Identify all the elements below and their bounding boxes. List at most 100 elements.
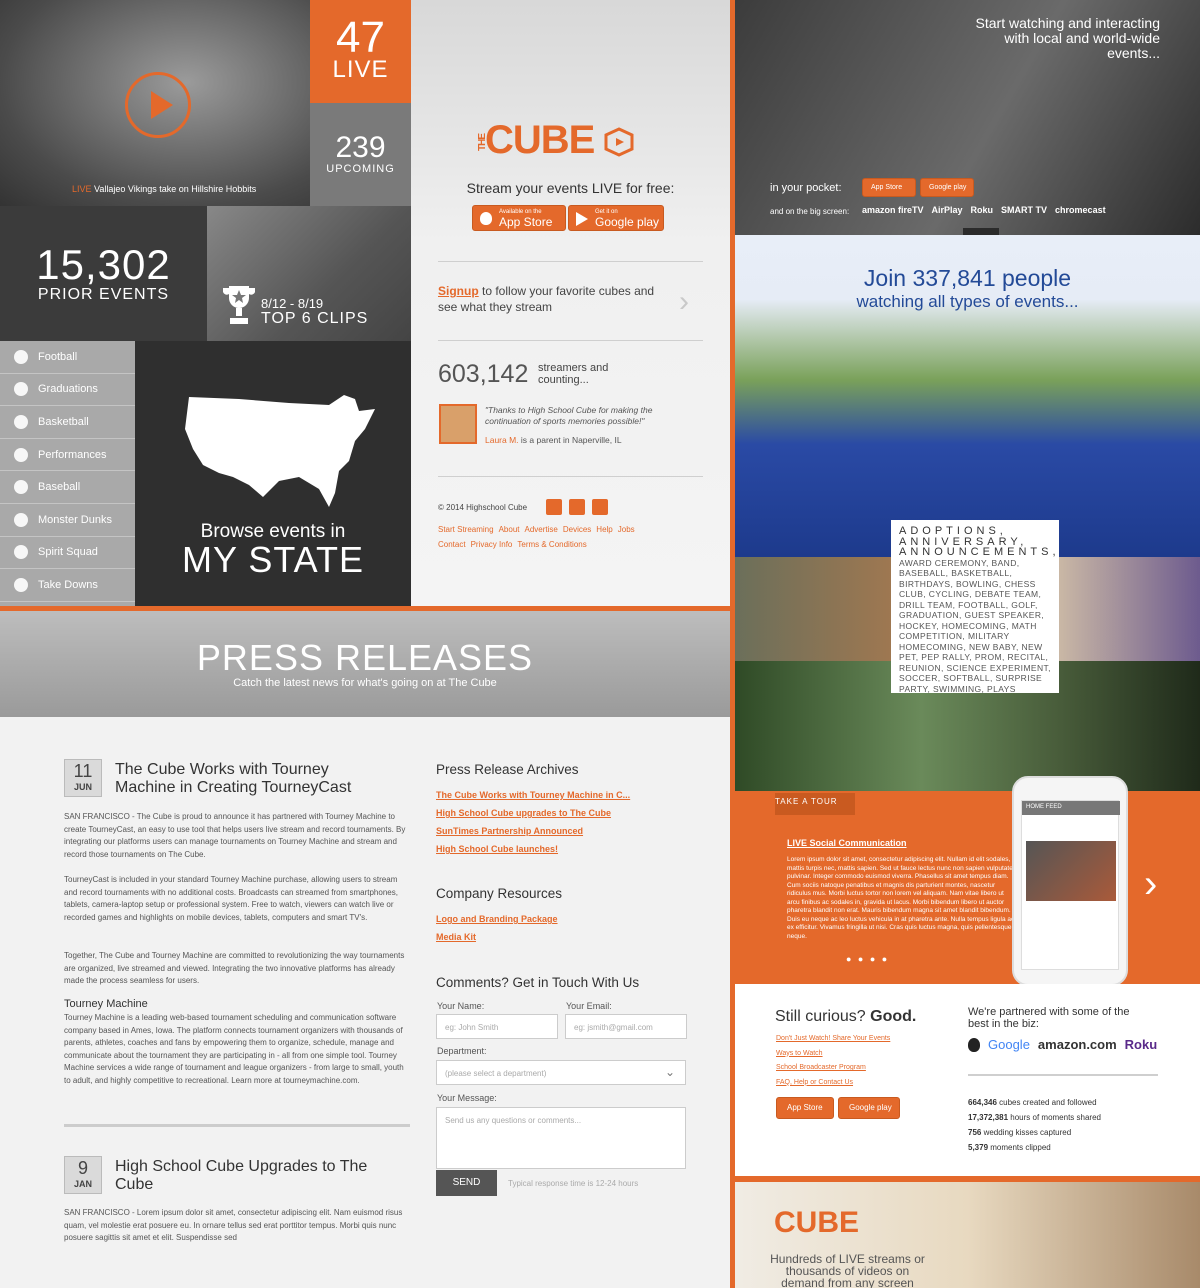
google-play-button[interactable]: Google play — [838, 1097, 900, 1119]
play-icon[interactable] — [125, 72, 191, 138]
date-badge: 11 JUN — [64, 759, 102, 797]
press-header: PRESS RELEASES Catch the latest news for… — [0, 611, 730, 717]
curious-link[interactable]: Don't Just Watch! Share Your Events — [776, 1032, 890, 1047]
instagram-icon[interactable] — [592, 499, 608, 515]
curious-title: Still curious? Good. — [775, 1008, 917, 1025]
basketball-icon — [14, 512, 28, 527]
phone-mockup: HOME FEED — [1012, 776, 1128, 986]
basketball-icon — [14, 414, 28, 429]
chevron-right-icon[interactable]: › — [1144, 862, 1157, 907]
article-paragraph: Tourney Machine is a leading web-based t… — [64, 1013, 404, 1085]
app-store-button[interactable]: Available on the App Store — [472, 205, 566, 231]
prior-events-tile[interactable]: 15,302 PRIOR EVENTS — [0, 206, 207, 341]
chevron-down-icon: ⌄ — [664, 1065, 675, 1079]
clips-label: TOP 6 CLIPS — [261, 310, 369, 327]
date-badge: 9 JAN — [64, 1156, 102, 1194]
twitter-icon[interactable] — [569, 499, 585, 515]
top-clips-tile[interactable]: 8/12 - 8/19 TOP 6 CLIPS — [207, 206, 411, 341]
name-input[interactable]: eg: John Smith — [436, 1014, 558, 1039]
footer-link-start-streaming[interactable]: Start Streaming — [438, 525, 494, 534]
footer-link-advertise[interactable]: Advertise — [524, 525, 557, 534]
carousel-dots[interactable]: ● ● ● ● — [846, 954, 889, 964]
google-play-button[interactable]: Get it on Google play — [568, 205, 664, 231]
watch-headline: Start watching and interacting with loca… — [975, 15, 1160, 61]
footer-links: Start Streaming About Advertise Devices Help… — [438, 522, 698, 552]
article-subheading: Tourney Machine — [64, 998, 148, 1010]
name-label: Your Name: — [437, 1001, 485, 1011]
footer-link-jobs[interactable]: Jobs — [618, 525, 635, 534]
footer-link-privacy[interactable]: Privacy Info — [471, 540, 513, 549]
tour-title[interactable]: LIVE Social Communication — [787, 838, 907, 848]
google-logo: Google — [988, 1037, 1030, 1052]
footer-link-about[interactable]: About — [499, 525, 520, 534]
article-paragraph: TourneyCast is included in your standard… — [64, 875, 398, 922]
live-count-tile[interactable]: 47 LIVE — [310, 0, 411, 103]
pocket-label: in your pocket: — [770, 182, 842, 194]
stat-item: 17,372,381 hours of moments shared — [968, 1113, 1101, 1122]
archive-link[interactable]: The Cube Works with Tourney Machine in C… — [436, 786, 630, 804]
send-button[interactable]: SEND — [436, 1170, 497, 1196]
upcoming-tile[interactable]: 239 UPCOMING — [310, 103, 411, 206]
tour-tab[interactable]: TAKE A TOUR — [775, 797, 838, 806]
google-play-icon — [576, 212, 588, 226]
category-performances[interactable]: Performances — [0, 439, 135, 472]
football-icon — [14, 349, 28, 364]
footer-link-help[interactable]: Help — [596, 525, 612, 534]
department-select[interactable]: (please select a department) ⌄ — [436, 1060, 686, 1085]
smarttv-logo: SMART TV — [1001, 205, 1048, 215]
article-paragraph: Together, The Cube and Tourney Machine a… — [64, 951, 405, 985]
archives-list: The Cube Works with Tourney Machine in C… — [436, 786, 630, 858]
app-store-button[interactable]: App Store — [862, 178, 916, 197]
archives-title: Press Release Archives — [436, 762, 579, 777]
app-store-button[interactable]: App Store — [776, 1097, 834, 1119]
resource-link[interactable]: Logo and Branding Package — [436, 910, 558, 928]
facebook-icon[interactable] — [546, 499, 562, 515]
article-title[interactable]: High School Cube Upgrades to The Cube — [115, 1158, 375, 1194]
upcoming-count: 239 — [335, 131, 386, 164]
chevron-right-icon[interactable]: › — [679, 285, 689, 319]
category-monster-dunks[interactable]: Monster Dunks — [0, 504, 135, 537]
baseball-icon — [14, 480, 28, 495]
archive-link[interactable]: High School Cube upgrades to The Cube — [436, 804, 630, 822]
category-take-downs[interactable]: Take Downs — [0, 569, 135, 602]
partners-text: We're partnered with some of the best in… — [968, 1006, 1130, 1030]
footer-link-devices[interactable]: Devices — [563, 525, 591, 534]
press-title: PRESS RELEASES — [196, 637, 534, 678]
trophy-icon — [223, 286, 255, 324]
department-label: Department: — [437, 1046, 487, 1056]
message-textarea[interactable]: Send us any questions or comments... — [436, 1107, 686, 1169]
cube-logo[interactable]: CUBE — [774, 1206, 859, 1240]
resource-link[interactable]: Media Kit — [436, 928, 558, 946]
signup-panel: THECUBE Stream your events LIVE for free… — [411, 0, 730, 607]
roku-logo: Roku — [970, 205, 994, 215]
response-time: Typical response time is 12-24 hours — [508, 1179, 639, 1188]
archive-link[interactable]: High School Cube launches! — [436, 840, 630, 858]
category-football[interactable]: Football — [0, 341, 135, 374]
category-basketball[interactable]: Basketball — [0, 406, 135, 439]
browse-my-state[interactable]: Browse events in MY STATE — [135, 341, 411, 607]
message-label: Your Message: — [437, 1093, 497, 1103]
category-graduations[interactable]: Graduations — [0, 374, 135, 407]
resources-list: Logo and Branding Package Media Kit — [436, 910, 558, 946]
stat-item: 5,379 moments clipped — [968, 1143, 1051, 1152]
category-spirit-squad[interactable]: Spirit Squad — [0, 537, 135, 570]
curious-link[interactable]: Ways to Watch — [776, 1047, 890, 1062]
footer-link-contact[interactable]: Contact — [438, 540, 466, 549]
press-section: PRESS RELEASES Catch the latest news for… — [0, 611, 730, 1288]
testimonial-author: Laura M. is a parent in Naperville, IL — [485, 435, 622, 445]
cheerleader-icon — [14, 545, 28, 560]
apple-icon — [968, 1037, 980, 1052]
curious-link[interactable]: FAQ, Help or Contact Us — [776, 1076, 890, 1091]
signup-link[interactable]: Signup — [438, 284, 479, 298]
curious-link[interactable]: School Broadcaster Program — [776, 1061, 890, 1076]
email-label: Your Email: — [566, 1001, 612, 1011]
article-title[interactable]: The Cube Works with Tourney Machine in C… — [115, 761, 375, 797]
google-play-button[interactable]: Google play — [920, 178, 974, 197]
email-input[interactable]: eg: jsmith@gmail.com — [565, 1014, 687, 1039]
testimonial-quote: "Thanks to High School Cube for making t… — [485, 405, 653, 426]
category-baseball[interactable]: Baseball — [0, 471, 135, 504]
hero-video[interactable]: LIVE Vallajeo Vikings take on Hillshire … — [0, 0, 310, 206]
footer-link-terms[interactable]: Terms & Conditions — [517, 540, 586, 549]
archive-link[interactable]: SunTimes Partnership Announced — [436, 822, 630, 840]
cube-logo[interactable]: THECUBE — [474, 118, 634, 163]
